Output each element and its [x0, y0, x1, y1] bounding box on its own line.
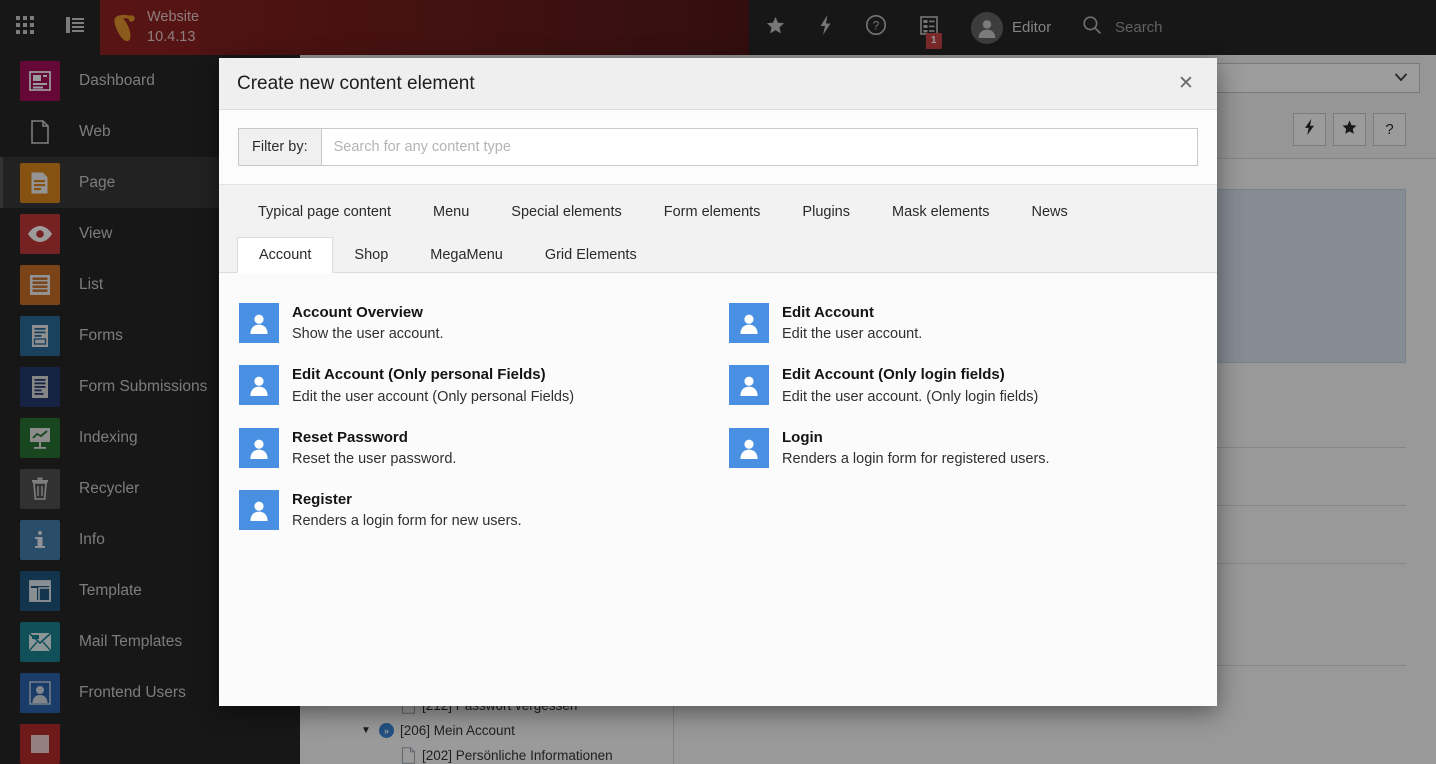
content-element-description: Edit the user account. (Only login field… — [782, 388, 1039, 405]
content-type-search-input[interactable] — [320, 128, 1198, 166]
tab-account[interactable]: Account — [237, 237, 334, 273]
new-content-element-modal: Create new content element ✕ Filter by: … — [219, 58, 1217, 706]
frontend-user-icon — [729, 427, 769, 468]
content-element-register[interactable]: Register Renders a login form for new use… — [237, 480, 709, 542]
frontend-user-icon — [239, 489, 279, 530]
content-element-grid: Account Overview Show the user account. Ed… — [237, 293, 1199, 542]
content-element-login[interactable]: Login Renders a login form for registered… — [727, 418, 1199, 480]
content-element-title: Account Overview — [292, 304, 423, 321]
content-element-description: Reset the user password. — [292, 450, 457, 467]
tab-grid-elements[interactable]: Grid Elements — [524, 238, 658, 272]
tab-megamenu[interactable]: MegaMenu — [409, 238, 524, 272]
content-element-description: Renders a login form for new users. — [292, 513, 522, 530]
content-element-title: Edit Account (Only personal Fields) — [292, 366, 546, 384]
content-element-reset-password[interactable]: Reset Password Reset the user password. — [237, 418, 709, 480]
modal-title: Create new content element — [237, 72, 475, 94]
tab-shop[interactable]: Shop — [333, 238, 409, 272]
content-element-edit-account[interactable]: Edit Account Edit the user account. — [727, 293, 1199, 355]
tab-special-elements[interactable]: Special elements — [490, 195, 642, 229]
content-element-title: Login — [782, 428, 823, 446]
filter-label: Filter by: — [238, 128, 321, 166]
content-element-description: Edit the user account. — [782, 326, 923, 343]
content-element-title: Edit Account — [782, 304, 874, 321]
frontend-user-icon — [239, 365, 279, 406]
frontend-user-icon — [729, 365, 769, 406]
modal-tabs-row-secondary: Account Shop MegaMenu Grid Elements — [219, 229, 1217, 273]
content-element-title: Edit Account (Only login fields) — [782, 366, 1005, 384]
content-element-description: Show the user account. — [292, 326, 444, 343]
tab-form-elements[interactable]: Form elements — [643, 195, 782, 229]
tab-plugins[interactable]: Plugins — [781, 195, 871, 229]
tab-menu[interactable]: Menu — [412, 195, 490, 229]
content-element-account-overview[interactable]: Account Overview Show the user account. — [237, 293, 709, 355]
close-x-icon[interactable]: ✕ — [1173, 71, 1199, 97]
frontend-user-icon — [239, 303, 279, 343]
modal-tabs: Typical page content Menu Special elements… — [219, 184, 1217, 273]
modal-panel-account: Account Overview Show the user account. Ed… — [219, 273, 1217, 706]
filter-input-group: Filter by: — [238, 128, 1198, 166]
tab-typical-page-content[interactable]: Typical page content — [237, 195, 412, 229]
content-element-title: Reset Password — [292, 428, 408, 446]
grid-empty-cell — [727, 480, 1199, 542]
frontend-user-icon — [239, 427, 279, 468]
content-element-edit-account-only-personal-fields[interactable]: Edit Account (Only personal Fields) Edit … — [237, 355, 709, 417]
tab-mask-elements[interactable]: Mask elements — [871, 195, 1011, 229]
content-element-edit-account-only-login-fields[interactable]: Edit Account (Only login fields) Edit the… — [727, 355, 1199, 417]
content-element-description: Renders a login form for registered user… — [782, 450, 1050, 467]
content-element-title: Register — [292, 490, 353, 508]
frontend-user-icon — [729, 303, 769, 343]
modal-filter-bar: Filter by: — [219, 110, 1217, 184]
modal-header: Create new content element ✕ — [219, 58, 1217, 110]
tab-news[interactable]: News — [1011, 195, 1089, 229]
modal-tabs-row-primary: Typical page content Menu Special elements… — [219, 185, 1217, 229]
content-element-description: Edit the user account (Only personal Fie… — [292, 388, 575, 405]
